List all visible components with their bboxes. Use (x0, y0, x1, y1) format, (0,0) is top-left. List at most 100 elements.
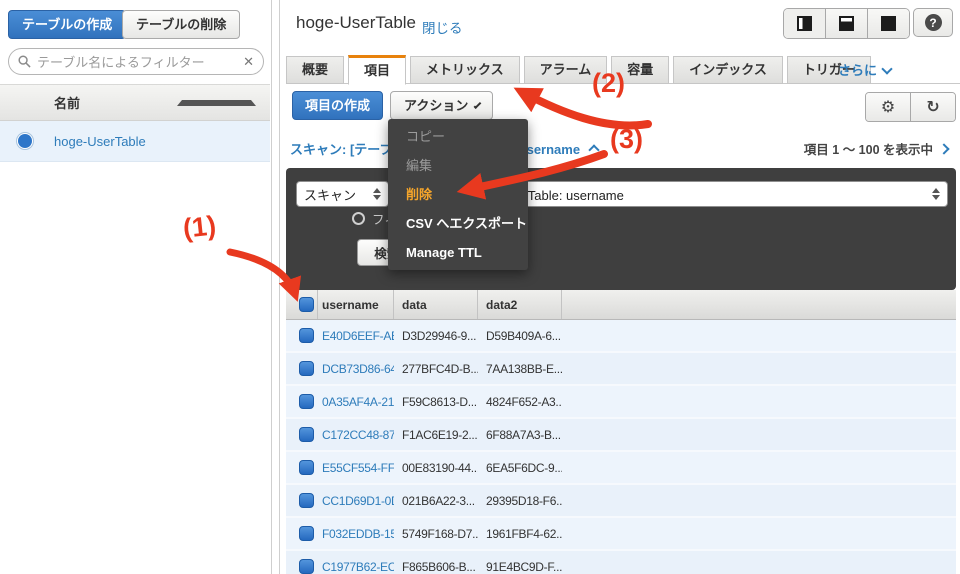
settings-button[interactable]: ⚙ (866, 93, 911, 121)
gear-icon: ⚙ (880, 99, 896, 116)
layout-split-horizontal-button[interactable] (826, 9, 868, 38)
help-button[interactable]: ? (913, 8, 953, 37)
menu-item[interactable]: Manage TTL (388, 238, 528, 267)
tab-more-link[interactable]: さらに (838, 60, 893, 79)
layout-split-vertical-button[interactable] (784, 9, 826, 38)
tab-label: インデックス (689, 62, 767, 77)
pagination[interactable]: 項目 1 ～ 100 を表示中 (803, 139, 950, 158)
row-checkbox[interactable] (299, 493, 314, 508)
row-checkbox-cell (286, 526, 318, 541)
select-all-checkbox[interactable] (299, 297, 314, 312)
tab[interactable]: 概要 (286, 56, 345, 84)
table-filter-input[interactable]: テーブル名によるフィルター ✕ (8, 48, 264, 75)
items-table-header: username data data2 (286, 290, 956, 320)
table-list-row-selected[interactable]: hoge-UserTable (0, 121, 270, 162)
refresh-button[interactable]: ↻ (911, 93, 955, 121)
tab-label: メトリックス (426, 62, 504, 77)
sort-asc-icon (177, 99, 256, 106)
row-checkbox[interactable] (299, 427, 314, 442)
cell-data: F865B606-B... (402, 559, 476, 574)
cell-username[interactable]: C1977B62-ECF (318, 560, 394, 574)
delete-table-label: テーブルの削除 (136, 17, 227, 32)
row-checkbox[interactable] (299, 559, 314, 574)
cell-data2: 6F88A7A3-B... (486, 427, 561, 442)
tab[interactable]: メトリックス (410, 56, 520, 84)
tab[interactable]: 項目 (348, 55, 407, 85)
row-checkbox[interactable] (299, 361, 314, 376)
menu-item[interactable]: CSV へエクスポート (388, 209, 528, 238)
row-checkbox-cell (286, 493, 318, 508)
pane-left-icon (797, 16, 812, 31)
table-filter-placeholder: テーブル名によるフィルター (37, 55, 205, 70)
menu-item[interactable]: コピー (388, 122, 528, 151)
tab-bar: 概要 項目 メトリックス アラーム 容量 インデックス トリガー (286, 55, 875, 85)
layout-full-button[interactable] (868, 9, 909, 38)
cell-data2: D59B409A-6... (486, 328, 561, 343)
cell-username[interactable]: C172CC48-87B (318, 428, 394, 442)
delete-table-button[interactable]: テーブルの削除 (122, 10, 241, 39)
create-item-button[interactable]: 項目の作成 (292, 91, 383, 120)
create-table-button[interactable]: テーブルの作成 (8, 10, 127, 39)
cell-data: D3D29946-9... (402, 328, 477, 343)
table-row[interactable]: DCB73D86-64D 277BFC4D-B... 7AA138BB-E... (286, 353, 956, 386)
tab[interactable]: アラーム (523, 56, 608, 84)
row-checkbox-cell (286, 460, 318, 475)
chevron-up-icon (588, 144, 600, 156)
table-row[interactable]: E40D6EEF-AEE D3D29946-9... D59B409A-6... (286, 320, 956, 353)
cell-username[interactable]: DCB73D86-64D (318, 362, 394, 376)
cell-data2: 7AA138BB-E... (486, 361, 562, 376)
pane-full-icon (881, 16, 896, 31)
table-row[interactable]: C172CC48-87B F1AC6E19-2... 6F88A7A3-B... (286, 419, 956, 452)
menu-item[interactable]: 削除 (388, 180, 528, 209)
radio-selected-icon[interactable] (18, 134, 32, 148)
clear-filter-icon[interactable]: ✕ (243, 54, 254, 70)
search-icon (18, 55, 31, 68)
page-title: hoge-UserTable (296, 13, 417, 32)
cell-data2: 1961FBF4-62... (486, 526, 562, 541)
menu-item-label: 編集 (406, 158, 433, 173)
menu-item[interactable]: 編集 (388, 151, 528, 180)
cell-username[interactable]: F032EDDB-15B (318, 527, 394, 541)
name-header-label: 名前 (54, 96, 81, 111)
cell-data: 00E83190-44... (402, 460, 478, 475)
row-checkbox[interactable] (299, 526, 314, 541)
table-list-name-header[interactable]: 名前 (0, 84, 270, 121)
column-header-username[interactable]: username (318, 290, 394, 319)
column-header-data[interactable]: data (394, 290, 478, 319)
table-row[interactable]: 0A35AF4A-21C F59C8613-D... 4824F652-A3..… (286, 386, 956, 419)
menu-item-label: Manage TTL (406, 245, 482, 260)
row-checkbox[interactable] (299, 394, 314, 409)
tab[interactable]: インデックス (673, 56, 783, 84)
table-tools-group: ⚙ ↻ (865, 92, 956, 122)
row-checkbox[interactable] (299, 328, 314, 343)
column-header-spacer (562, 290, 956, 319)
create-table-label: テーブルの作成 (22, 17, 113, 32)
pane-divider[interactable] (271, 0, 280, 574)
add-filter-icon (352, 212, 365, 225)
chevron-down-icon (881, 62, 893, 75)
row-checkbox-cell (286, 427, 318, 442)
actions-dropdown-button[interactable]: アクション (390, 91, 493, 120)
table-row[interactable]: CC1D69D1-0D8 021B6A22-3... 29395D18-F6..… (286, 485, 956, 518)
row-checkbox[interactable] (299, 460, 314, 475)
pagination-text: 項目 1 ～ 100 を表示中 (803, 143, 933, 157)
row-checkbox-cell (286, 328, 318, 343)
row-checkbox-cell (286, 361, 318, 376)
table-row[interactable]: E55CF554-FF2 00E83190-44... 6EA5F6DC-9..… (286, 452, 956, 485)
column-header-data2[interactable]: data2 (478, 290, 562, 319)
cell-data: 021B6A22-3... (402, 493, 475, 508)
table-row[interactable]: F032EDDB-15B 5749F168-D7... 1961FBF4-62.… (286, 518, 956, 551)
cell-username[interactable]: E55CF554-FF2 (318, 461, 394, 475)
cell-username[interactable]: 0A35AF4A-21C (318, 395, 394, 409)
scan-mode-select[interactable]: スキャン (296, 181, 389, 207)
tab[interactable]: 容量 (611, 56, 670, 84)
table-name-link[interactable]: hoge-UserTable (54, 134, 146, 149)
table-row[interactable]: C1977B62-ECF F865B606-B... 91E4BC9D-F... (286, 551, 956, 574)
cell-username[interactable]: CC1D69D1-0D8 (318, 494, 394, 508)
close-link[interactable]: 閉じる (422, 17, 463, 37)
cell-data: 277BFC4D-B... (402, 361, 478, 376)
refresh-icon: ↻ (926, 99, 940, 116)
cell-username[interactable]: E40D6EEF-AEE (318, 329, 394, 343)
create-item-label: 項目の作成 (304, 98, 370, 113)
select-all-cell (286, 290, 318, 319)
